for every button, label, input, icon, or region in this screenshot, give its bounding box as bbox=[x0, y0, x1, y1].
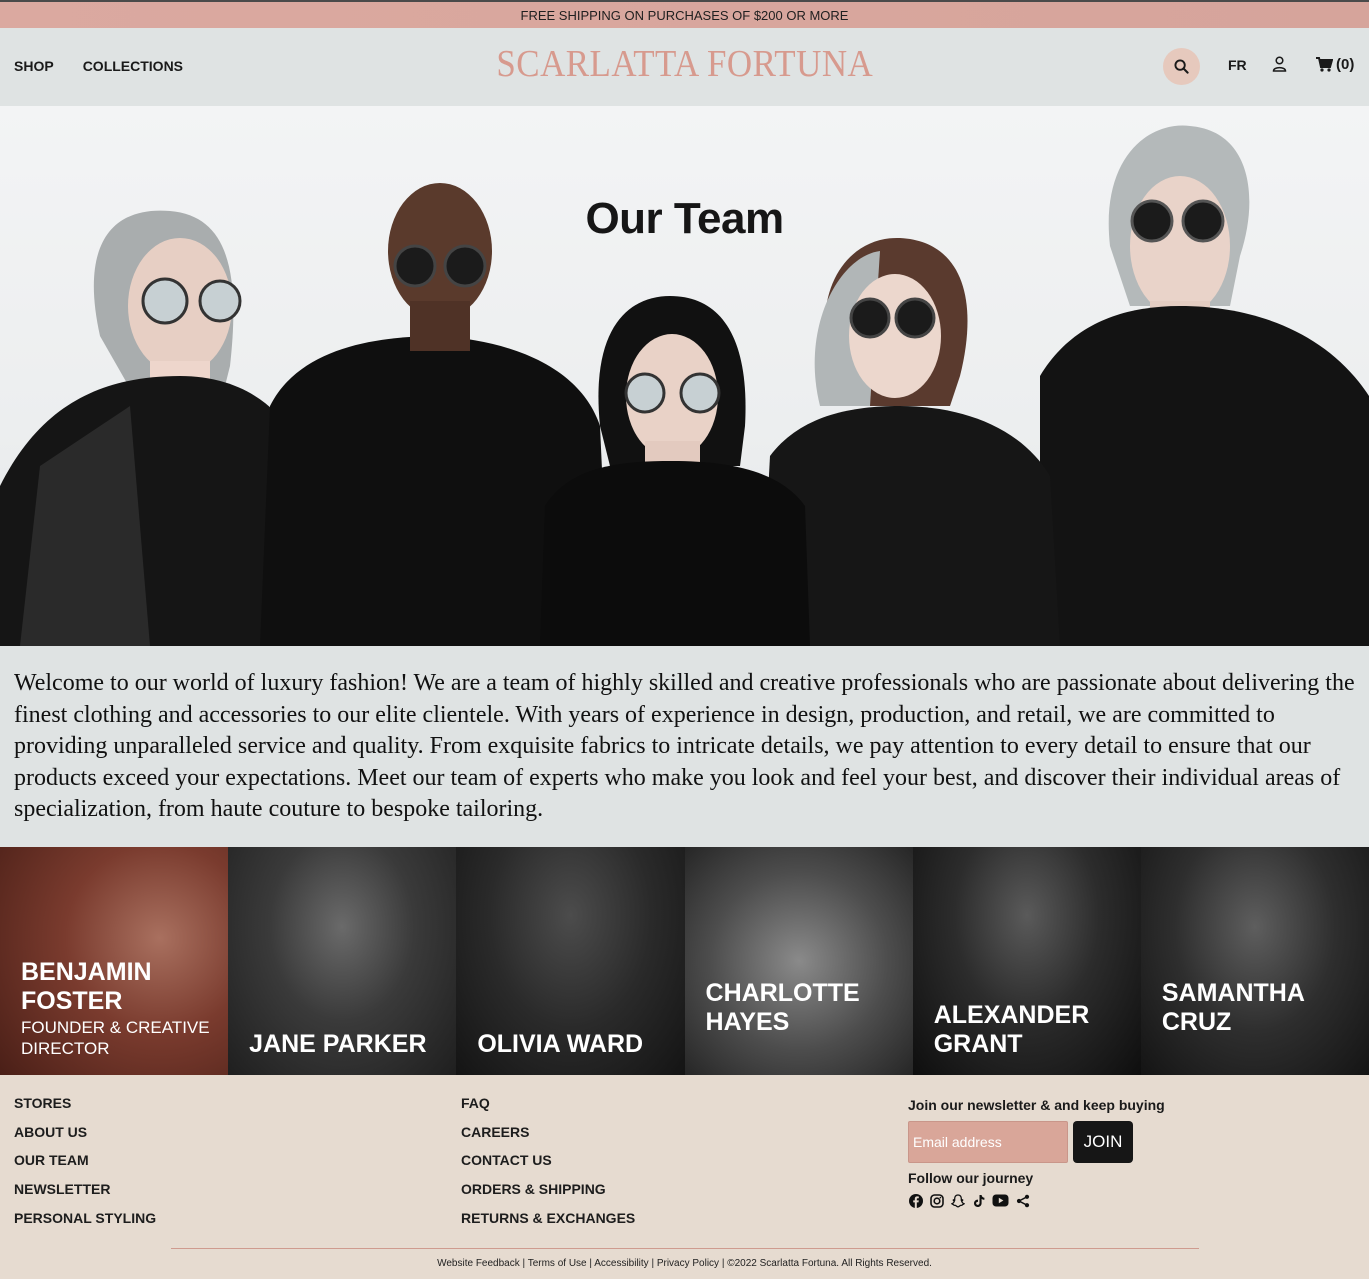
team-name: JANE PARKER bbox=[249, 1030, 427, 1058]
team-role: FOUNDER & CREATIVE DIRECTOR bbox=[21, 1018, 210, 1058]
newsletter-email-input[interactable] bbox=[908, 1121, 1068, 1163]
team-caption: JANE PARKER bbox=[249, 1030, 448, 1059]
newsletter-join-button[interactable]: JOIN bbox=[1073, 1121, 1133, 1163]
facebook-icon[interactable] bbox=[908, 1193, 923, 1208]
team-caption: ALEXANDER GRANT bbox=[934, 1001, 1133, 1059]
footer-link-styling[interactable]: PERSONAL STYLING bbox=[14, 1209, 156, 1227]
intro-text: Welcome to our world of luxury fashion! … bbox=[0, 646, 1369, 847]
youtube-icon[interactable] bbox=[992, 1193, 1009, 1208]
cart-count: (0) bbox=[1336, 56, 1355, 73]
footer-link-newsletter[interactable]: NEWSLETTER bbox=[14, 1180, 156, 1198]
tiktok-icon[interactable] bbox=[971, 1193, 986, 1208]
footer-link-team[interactable]: OUR TEAM bbox=[14, 1151, 156, 1169]
follow-title: Follow our journey bbox=[908, 1170, 1034, 1186]
team-grid: BENJAMIN FOSTER FOUNDER & CREATIVE DIREC… bbox=[0, 847, 1369, 1075]
footer-link-careers[interactable]: CAREERS bbox=[461, 1123, 635, 1141]
account-button[interactable] bbox=[1272, 56, 1287, 77]
team-name: ALEXANDER GRANT bbox=[933, 1001, 1090, 1058]
site-header: SHOP COLLECTIONS SCARLATTA FORTUNA FR (0… bbox=[0, 28, 1369, 106]
share-icon[interactable] bbox=[1015, 1193, 1030, 1208]
cart-icon bbox=[1316, 57, 1333, 72]
team-photo bbox=[684, 847, 913, 1075]
search-button[interactable] bbox=[1163, 48, 1200, 85]
cart-button[interactable]: (0) bbox=[1316, 56, 1354, 73]
promo-text: FREE SHIPPING ON PURCHASES OF $200 OR MO… bbox=[520, 7, 849, 23]
footer-link-about[interactable]: ABOUT US bbox=[14, 1123, 156, 1141]
snapchat-icon[interactable] bbox=[950, 1193, 965, 1208]
site-footer: STORES ABOUT US OUR TEAM NEWSLETTER PERS… bbox=[0, 1075, 1369, 1279]
team-name: SAMANTHA CRUZ bbox=[1161, 979, 1304, 1036]
footer-link-stores[interactable]: STORES bbox=[14, 1094, 156, 1112]
team-card[interactable]: SAMANTHA CRUZ bbox=[1140, 847, 1369, 1075]
hero-banner: Our Team bbox=[0, 106, 1369, 646]
team-name: OLIVIA WARD bbox=[477, 1030, 644, 1058]
user-icon bbox=[1272, 56, 1287, 72]
team-caption: CHARLOTTE HAYES bbox=[706, 979, 905, 1037]
footer-link-returns[interactable]: RETURNS & EXCHANGES bbox=[461, 1209, 635, 1227]
newsletter-title: Join our newsletter & and keep buying bbox=[908, 1097, 1165, 1113]
footer-links-support: FAQ CAREERS CONTACT US ORDERS & SHIPPING… bbox=[461, 1094, 635, 1227]
legal-links[interactable]: Website Feedback | Terms of Use | Access… bbox=[0, 1258, 1369, 1269]
team-card[interactable]: ALEXANDER GRANT bbox=[912, 847, 1141, 1075]
team-caption: BENJAMIN FOSTER FOUNDER & CREATIVE DIREC… bbox=[21, 958, 220, 1059]
promo-banner: FREE SHIPPING ON PURCHASES OF $200 OR MO… bbox=[0, 0, 1369, 28]
footer-link-orders[interactable]: ORDERS & SHIPPING bbox=[461, 1180, 635, 1198]
footer-link-faq[interactable]: FAQ bbox=[461, 1094, 635, 1112]
page-title: Our Team bbox=[585, 194, 784, 243]
footer-divider bbox=[171, 1248, 1199, 1249]
social-links bbox=[908, 1193, 1030, 1208]
team-photo bbox=[1140, 847, 1369, 1075]
team-caption: OLIVIA WARD bbox=[477, 1030, 676, 1059]
team-card[interactable]: OLIVIA WARD bbox=[456, 847, 685, 1075]
language-toggle[interactable]: FR bbox=[1228, 57, 1247, 73]
team-group-photo bbox=[0, 125, 1369, 646]
brand-name: SCARLATTA FORTUNA bbox=[496, 43, 873, 85]
team-caption: SAMANTHA CRUZ bbox=[1162, 979, 1361, 1037]
team-card[interactable]: CHARLOTTE HAYES bbox=[684, 847, 913, 1075]
instagram-icon[interactable] bbox=[929, 1193, 944, 1208]
search-icon bbox=[1174, 59, 1189, 74]
team-name: BENJAMIN FOSTER bbox=[21, 958, 152, 1015]
team-name: CHARLOTTE HAYES bbox=[705, 979, 860, 1036]
team-card[interactable]: JANE PARKER bbox=[228, 847, 457, 1075]
footer-link-contact[interactable]: CONTACT US bbox=[461, 1151, 635, 1169]
footer-links-primary: STORES ABOUT US OUR TEAM NEWSLETTER PERS… bbox=[14, 1094, 156, 1227]
team-card[interactable]: BENJAMIN FOSTER FOUNDER & CREATIVE DIREC… bbox=[0, 847, 229, 1075]
